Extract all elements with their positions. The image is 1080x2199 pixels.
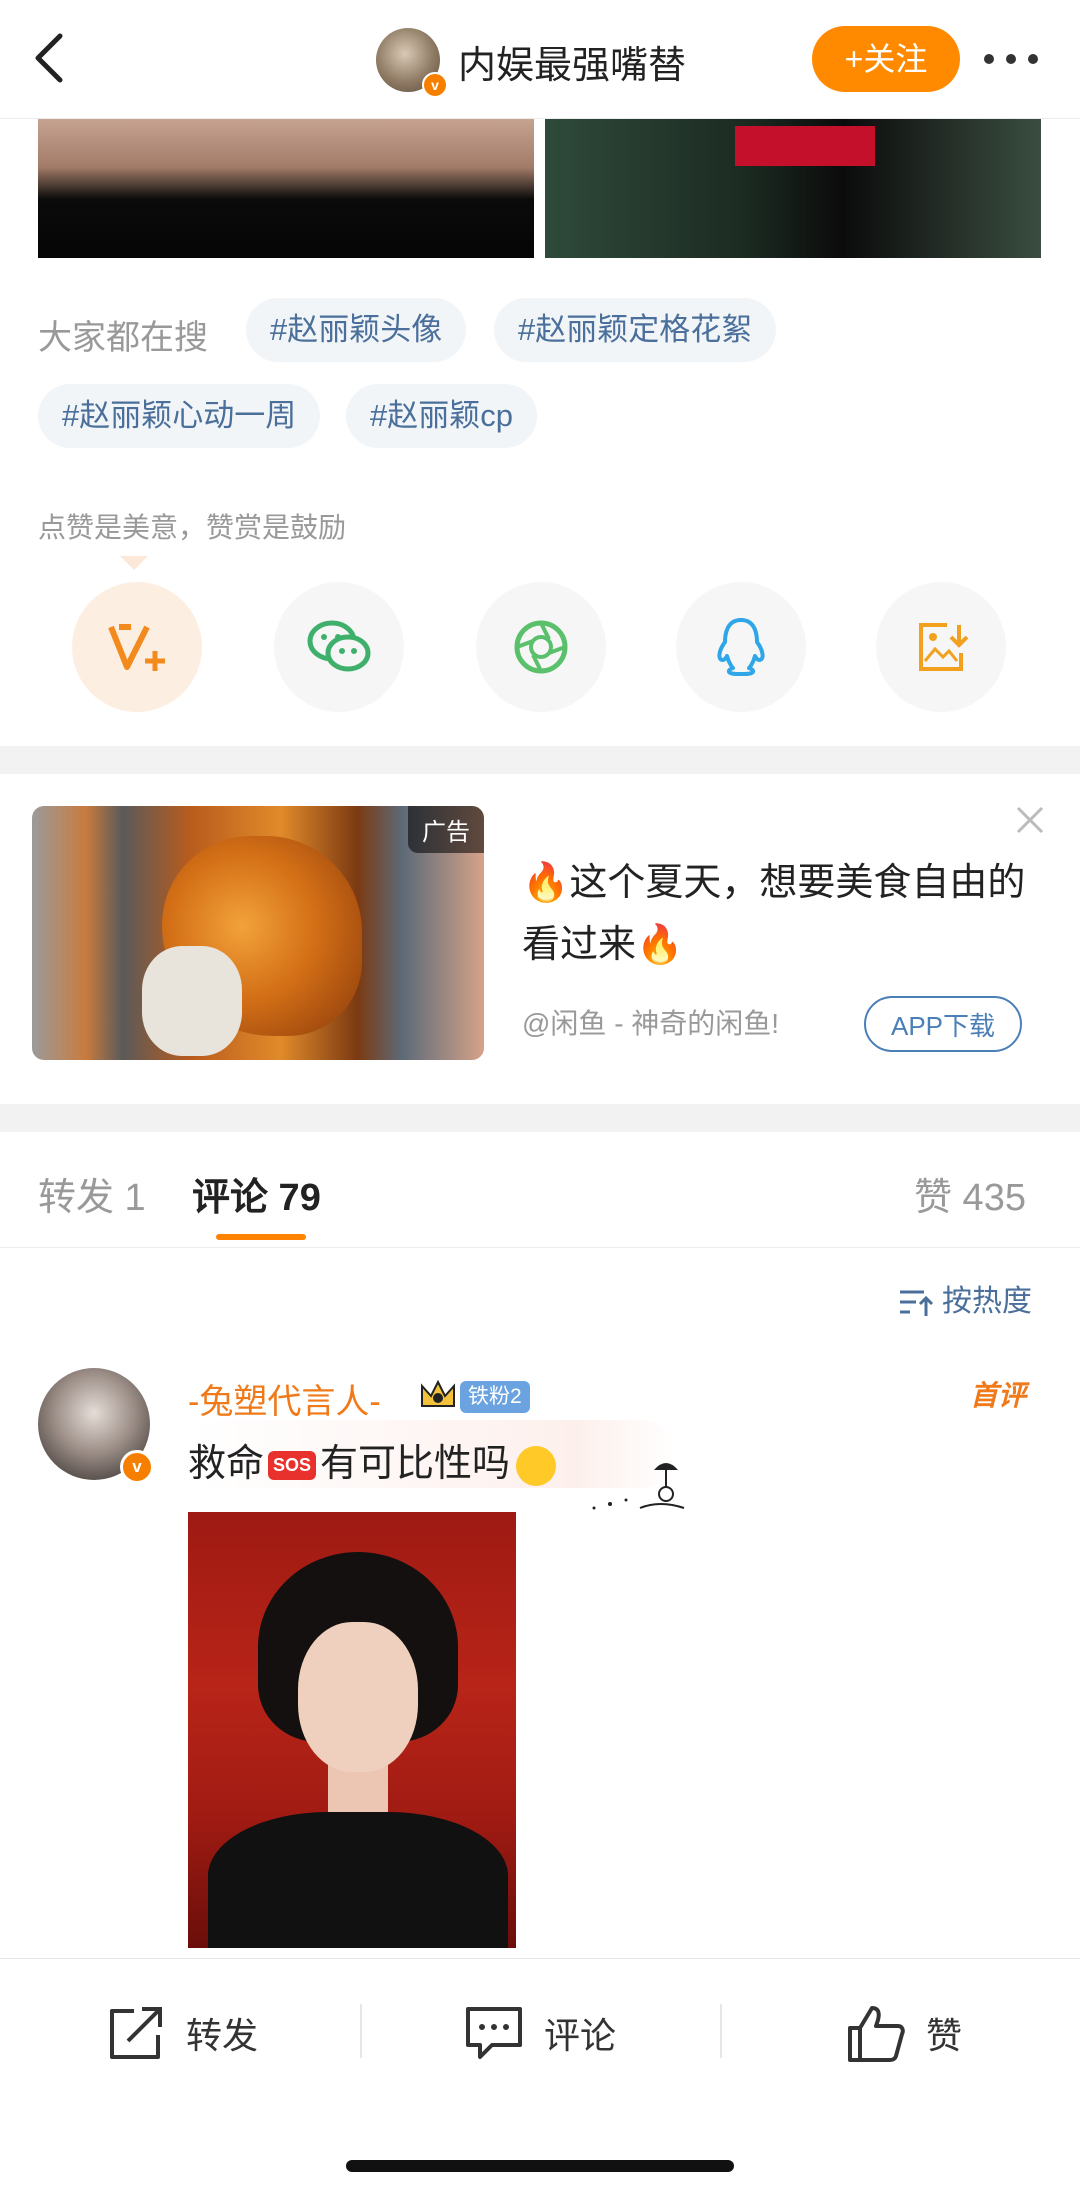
sort-icon (900, 1290, 934, 1317)
divider (360, 2004, 362, 2058)
umbrella-doodle-icon (592, 1463, 685, 1510)
qq-icon (717, 618, 765, 676)
tab-like[interactable]: 赞 435 (914, 1166, 1026, 1221)
fan-level-badge: 铁粉2 (460, 1381, 530, 1413)
comment-label: 评论 (544, 2015, 617, 2056)
reward-button[interactable] (72, 582, 202, 712)
author-name[interactable]: 内娱最强嘴替 (458, 34, 686, 89)
tab-repost[interactable]: 转发 1 (38, 1166, 146, 1221)
search-label: 大家都在搜 (38, 319, 208, 357)
ad-source: @闲鱼 - 神奇的闲鱼! (522, 1008, 780, 1039)
commenter-name[interactable]: -兔塑代言人- (188, 1374, 381, 1423)
comment-button[interactable]: 评论 (462, 1998, 616, 2068)
section-divider (0, 746, 1080, 774)
laughing-emoji-icon (516, 1445, 557, 1486)
verified-badge-icon: v (120, 1450, 154, 1484)
nav-header: v 内娱最强嘴替 +关注 (0, 0, 1080, 119)
comment-text[interactable]: 救命 SOS 有可比性吗 (188, 1432, 557, 1487)
crown-icon (421, 1379, 455, 1407)
vplus-icon (108, 624, 165, 671)
sort-label: 按热度 (942, 1285, 1032, 1318)
app-download-button[interactable]: APP下载 (864, 996, 1022, 1052)
comment-image[interactable] (188, 1512, 516, 1948)
comment-text-part: 有可比性吗 (320, 1443, 511, 1485)
repost-icon (110, 2007, 162, 2059)
search-tag[interactable]: #赵丽颖cp (346, 384, 537, 448)
save-image-icon (919, 623, 969, 671)
sos-emoji-icon: SOS (268, 1451, 317, 1481)
close-icon[interactable] (1012, 802, 1048, 838)
divider (720, 2004, 722, 2058)
verified-badge-icon: v (422, 72, 448, 98)
more-options-icon[interactable] (978, 44, 1048, 74)
moments-icon (514, 620, 568, 674)
post-image-2[interactable] (545, 118, 1041, 258)
repost-button[interactable]: 转发 (104, 1998, 258, 2068)
ad-label: 广告 (408, 806, 484, 853)
post-image-1[interactable] (38, 118, 534, 258)
wechat-icon (307, 620, 371, 672)
thumbs-up-icon (848, 2006, 905, 2062)
share-moments-button[interactable] (476, 582, 606, 712)
like-button[interactable]: 赞 (844, 1998, 962, 2068)
sort-button[interactable]: 按热度 (898, 1276, 1032, 1320)
cheer-text: 点赞是美意，赞赏是鼓励 (38, 512, 347, 543)
share-wechat-button[interactable] (274, 582, 404, 712)
tab-indicator (216, 1234, 306, 1240)
ad-image[interactable]: 广告 (32, 806, 484, 1060)
search-tag[interactable]: #赵丽颖头像 (246, 298, 467, 362)
back-arrow-icon[interactable] (22, 28, 82, 88)
divider (0, 1247, 1080, 1248)
repost-label: 转发 (186, 2015, 259, 2056)
tooltip-pointer (120, 556, 148, 570)
comment-icon (466, 2007, 522, 2059)
share-qq-button[interactable] (676, 582, 806, 712)
like-label: 赞 (926, 2015, 963, 2056)
tab-comment[interactable]: 评论 79 (192, 1166, 321, 1221)
follow-button[interactable]: +关注 (812, 26, 960, 92)
ad-headline[interactable]: 🔥这个夏天，想要美食自由的看过来🔥 (522, 852, 1042, 976)
comment-text-part: 救命 (188, 1443, 265, 1485)
search-tag[interactable]: #赵丽颖心动一周 (38, 384, 321, 448)
save-image-button[interactable] (876, 582, 1006, 712)
section-divider (0, 1104, 1080, 1132)
search-tag[interactable]: #赵丽颖定格花絮 (494, 298, 777, 362)
first-comment-badge: 首评 (970, 1380, 1027, 1411)
home-indicator (346, 2160, 734, 2172)
